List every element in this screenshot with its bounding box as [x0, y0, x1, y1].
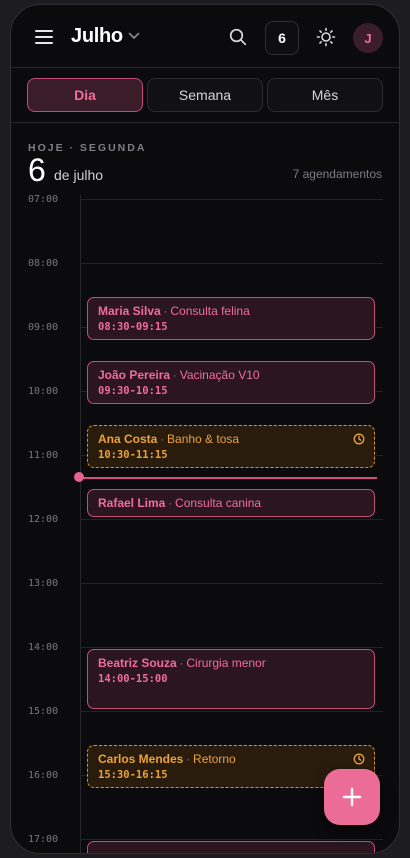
appointment-card-pending[interactable]: Ana Costa · Banho & tosa 10:30-11:15: [87, 425, 375, 468]
appointment-service: Vacinação V10: [179, 368, 260, 382]
appointments-count: 7 agendamentos: [292, 167, 382, 181]
appointment-service: Banho & tosa: [167, 432, 240, 446]
appointment-time: 09:30-10:15: [98, 385, 168, 397]
clock-icon: [353, 433, 365, 445]
appointment-client: Maria Silva: [98, 304, 161, 318]
hour-line: [80, 519, 383, 520]
hour-label: 17:00: [28, 834, 59, 845]
tab-week[interactable]: Semana: [147, 78, 263, 112]
avatar[interactable]: J: [353, 23, 383, 53]
hour-label: 07:00: [28, 194, 59, 205]
appointment-time: 08:30-09:15: [98, 321, 168, 333]
current-time-line: [80, 477, 377, 479]
sun-icon[interactable]: [316, 27, 336, 47]
appointment-client: João Pereira: [98, 368, 171, 382]
search-icon[interactable]: [229, 28, 247, 46]
appointment-card[interactable]: Rafael Lima · Consulta canina: [87, 489, 375, 517]
timeline-axis: [80, 195, 81, 853]
separator-dot: ·: [179, 658, 184, 670]
appointment-card[interactable]: Maria Silva · Consulta felina 08:30-09:15: [87, 297, 375, 340]
appointment-service: Cirurgia menor: [186, 656, 266, 670]
separator-dot: ·: [173, 370, 177, 382]
menu-icon[interactable]: [35, 30, 53, 44]
hour-line: [80, 839, 383, 840]
appointment-client: Carlos Mendes: [98, 752, 184, 766]
appointment-service: Consulta canina: [175, 496, 262, 510]
top-bar: Julho 6 J: [11, 5, 399, 68]
separator-dot: ·: [163, 306, 168, 318]
hour-label: 11:00: [28, 450, 59, 461]
day-number: 6: [28, 152, 46, 188]
plus-icon: [342, 787, 362, 807]
hour-line: [80, 263, 383, 264]
day-month-text: de julho: [54, 167, 104, 183]
app-screen: Julho 6 J Dia Semana Mês HOJE · SEGUNDA …: [10, 4, 400, 854]
tab-day[interactable]: Dia: [27, 78, 143, 112]
hour-label: 12:00: [28, 514, 59, 525]
tab-month[interactable]: Mês: [267, 78, 383, 112]
hour-label: 10:00: [28, 386, 59, 397]
hour-line: [80, 583, 383, 584]
hour-line: [80, 647, 383, 648]
hour-label: 13:00: [28, 578, 59, 589]
day-timeline[interactable]: 07:00 08:00 09:00 10:00 11:00 12:00 13:0…: [11, 194, 399, 853]
appointment-client: Beatriz Souza: [98, 656, 177, 670]
appointment-time: 14:00-15:00: [98, 673, 168, 685]
separator-dot: ·: [186, 754, 191, 766]
divider: [11, 122, 399, 123]
hour-line: [80, 199, 383, 200]
appointment-client: Ana Costa: [98, 432, 158, 446]
appointment-service: Consulta felina: [170, 304, 250, 318]
appointment-client: Rafael Lima: [98, 496, 166, 510]
hour-label: 14:00: [28, 642, 59, 653]
hour-label: 16:00: [28, 770, 59, 781]
appointment-card-partial[interactable]: [87, 841, 375, 853]
chevron-down-icon[interactable]: [128, 32, 140, 40]
appointment-card[interactable]: João Pereira · Vacinação V10 09:30-10:15: [87, 361, 375, 404]
view-tabs: Dia Semana Mês: [27, 78, 384, 112]
today-button[interactable]: 6: [265, 21, 299, 55]
current-time-dot: [74, 472, 84, 482]
add-appointment-button[interactable]: [324, 769, 380, 825]
separator-dot: ·: [168, 498, 173, 510]
appointment-card[interactable]: Beatriz Souza · Cirurgia menor 14:00-15:00: [87, 649, 375, 709]
month-selector[interactable]: Julho: [71, 25, 123, 48]
clock-icon: [353, 753, 365, 765]
appointment-time: 10:30-11:15: [98, 449, 168, 461]
appointment-service: Retorno: [193, 752, 236, 766]
hour-label: 09:00: [28, 322, 59, 333]
hour-line: [80, 711, 383, 712]
separator-dot: ·: [160, 434, 165, 446]
hour-label: 08:00: [28, 258, 59, 269]
hour-label: 15:00: [28, 706, 59, 717]
